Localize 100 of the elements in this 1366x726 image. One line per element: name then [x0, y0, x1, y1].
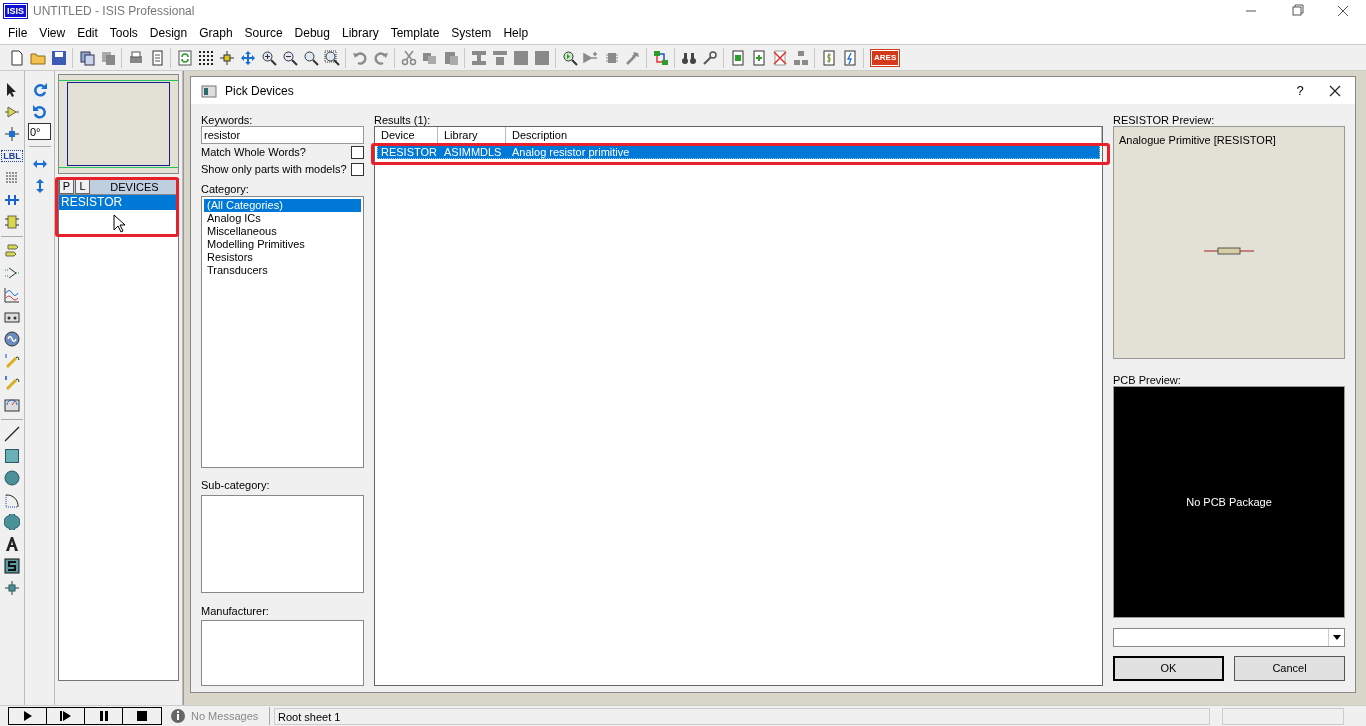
pin-icon[interactable]: [4, 265, 20, 281]
step-icon: [60, 711, 71, 721]
tape-icon[interactable]: [4, 309, 20, 325]
block-copy-icon[interactable]: [470, 49, 487, 66]
export-icon[interactable]: [99, 49, 116, 66]
circle-icon[interactable]: [4, 470, 20, 486]
help-button[interactable]: ?: [1285, 80, 1315, 101]
redo-icon[interactable]: [372, 49, 389, 66]
label-tool-icon[interactable]: LBL: [1, 150, 23, 162]
checkbox[interactable]: [351, 163, 364, 176]
component-icon[interactable]: [4, 104, 20, 120]
category-item[interactable]: Modelling Primitives: [204, 238, 361, 251]
script-icon[interactable]: [4, 170, 20, 186]
new-file-icon[interactable]: [8, 49, 25, 66]
menu-item[interactable]: System: [445, 24, 498, 42]
menu-item[interactable]: File: [2, 24, 34, 42]
netlist-icon[interactable]: [652, 49, 669, 66]
category-item[interactable]: Transducers: [204, 264, 361, 277]
block-move-icon[interactable]: [491, 49, 508, 66]
menu-item[interactable]: Design: [143, 24, 194, 42]
hierarchy-icon[interactable]: [792, 49, 809, 66]
result-cell-text: Analog resistor primitive: [511, 145, 631, 158]
dropdown-arrow-icon[interactable]: [1332, 635, 1341, 640]
bill-of-materials-icon[interactable]: [820, 49, 837, 66]
overview-panel[interactable]: [58, 74, 179, 174]
menu-item[interactable]: Source: [238, 24, 289, 42]
menu-item[interactable]: Template: [384, 24, 446, 42]
rotation-field[interactable]: 0°: [28, 123, 51, 140]
menu-item[interactable]: Edit: [71, 24, 104, 42]
category-item[interactable]: Analog ICs: [204, 212, 361, 225]
printer-icon[interactable]: [127, 49, 144, 66]
path-icon[interactable]: [4, 514, 20, 530]
devices-header: DEVICES: [109, 180, 160, 194]
marker-icon[interactable]: [4, 580, 20, 596]
symbol-icon[interactable]: [4, 558, 20, 574]
origin-icon[interactable]: [218, 49, 235, 66]
text-icon[interactable]: [4, 536, 20, 552]
graph-icon[interactable]: [4, 287, 20, 303]
instrument-icon[interactable]: [4, 397, 20, 413]
mouse-cursor-icon: [113, 214, 125, 233]
menu-item[interactable]: Help: [497, 24, 535, 42]
terminal-icon[interactable]: [4, 243, 20, 259]
cancel-button[interactable]: Cancel: [1234, 656, 1345, 681]
box-icon[interactable]: [4, 448, 20, 464]
window-title: UNTITLED - ISIS Professional: [33, 3, 195, 20]
pcb-preview-message: No PCB Package: [1186, 494, 1272, 510]
category-item[interactable]: (All Categories): [204, 199, 361, 212]
remove-sheet-icon[interactable]: [771, 49, 788, 66]
arc-icon[interactable]: [4, 492, 20, 508]
subcircuit-icon[interactable]: [4, 214, 20, 230]
menu-item[interactable]: Graph: [193, 24, 239, 42]
zoom-in-icon[interactable]: [260, 49, 277, 66]
zoom-area-icon[interactable]: [323, 49, 340, 66]
hammer-icon[interactable]: [624, 49, 641, 66]
pause-icon: [99, 711, 108, 721]
grid-icon[interactable]: [197, 49, 214, 66]
menu-item[interactable]: Debug: [288, 24, 336, 42]
result-cell-text: RESISTOR: [380, 145, 439, 158]
sheet-status: Root sheet 1: [274, 707, 1210, 725]
current-probe-icon[interactable]: [4, 375, 20, 391]
checkbox[interactable]: [351, 146, 364, 159]
category-item[interactable]: Resistors: [204, 251, 361, 264]
add-sheet-icon[interactable]: [750, 49, 767, 66]
ok-button[interactable]: OK: [1113, 656, 1224, 681]
category-list[interactable]: (All Categories) Analog ICs Miscellaneous Modelling Primitives Resistors Transducers: [201, 196, 364, 468]
manufacturer-list[interactable]: [201, 620, 364, 686]
close-icon[interactable]: [1329, 84, 1341, 97]
manufacturer-label: Manufacturer:: [201, 604, 270, 619]
preview-label: RESISTOR Preview:: [1113, 113, 1216, 126]
pick-device-icon[interactable]: [561, 49, 578, 66]
undo-icon[interactable]: [351, 49, 368, 66]
voltage-probe-icon[interactable]: [4, 353, 20, 369]
rotate-clockwise-icon[interactable]: [31, 82, 48, 98]
subcategory-list[interactable]: [201, 495, 364, 593]
keywords-field[interactable]: resistor: [201, 126, 364, 144]
sheet-icon[interactable]: [729, 49, 746, 66]
rotate-anticlockwise-icon[interactable]: [31, 104, 48, 120]
scissors-icon[interactable]: [400, 49, 417, 66]
zoom-out-icon[interactable]: [281, 49, 298, 66]
ares-logo[interactable]: ARES: [871, 49, 900, 66]
electrical-check-icon[interactable]: [841, 49, 858, 66]
info-icon[interactable]: [170, 708, 186, 724]
category-item[interactable]: Miscellaneous: [204, 225, 361, 238]
wrench-icon[interactable]: [701, 49, 718, 66]
menu-item[interactable]: Tools: [103, 24, 144, 42]
menu-item[interactable]: View: [33, 24, 72, 42]
menu-item[interactable]: Library: [335, 24, 385, 42]
junction-icon[interactable]: [4, 126, 20, 142]
save-icon[interactable]: [50, 49, 67, 66]
results-label: Results (1):: [374, 113, 432, 126]
bus-icon[interactable]: [4, 192, 20, 208]
line-icon[interactable]: [4, 426, 20, 442]
make-device-icon[interactable]: [582, 49, 599, 66]
option-label: Show only parts with models?: [201, 162, 347, 178]
generator-icon[interactable]: [4, 331, 20, 347]
zoom-icon[interactable]: [302, 49, 319, 66]
paste-icon[interactable]: [442, 49, 459, 66]
import-icon[interactable]: [78, 49, 95, 66]
pan-icon[interactable]: [239, 49, 256, 66]
device-list-item[interactable]: RESISTOR: [59, 195, 178, 210]
